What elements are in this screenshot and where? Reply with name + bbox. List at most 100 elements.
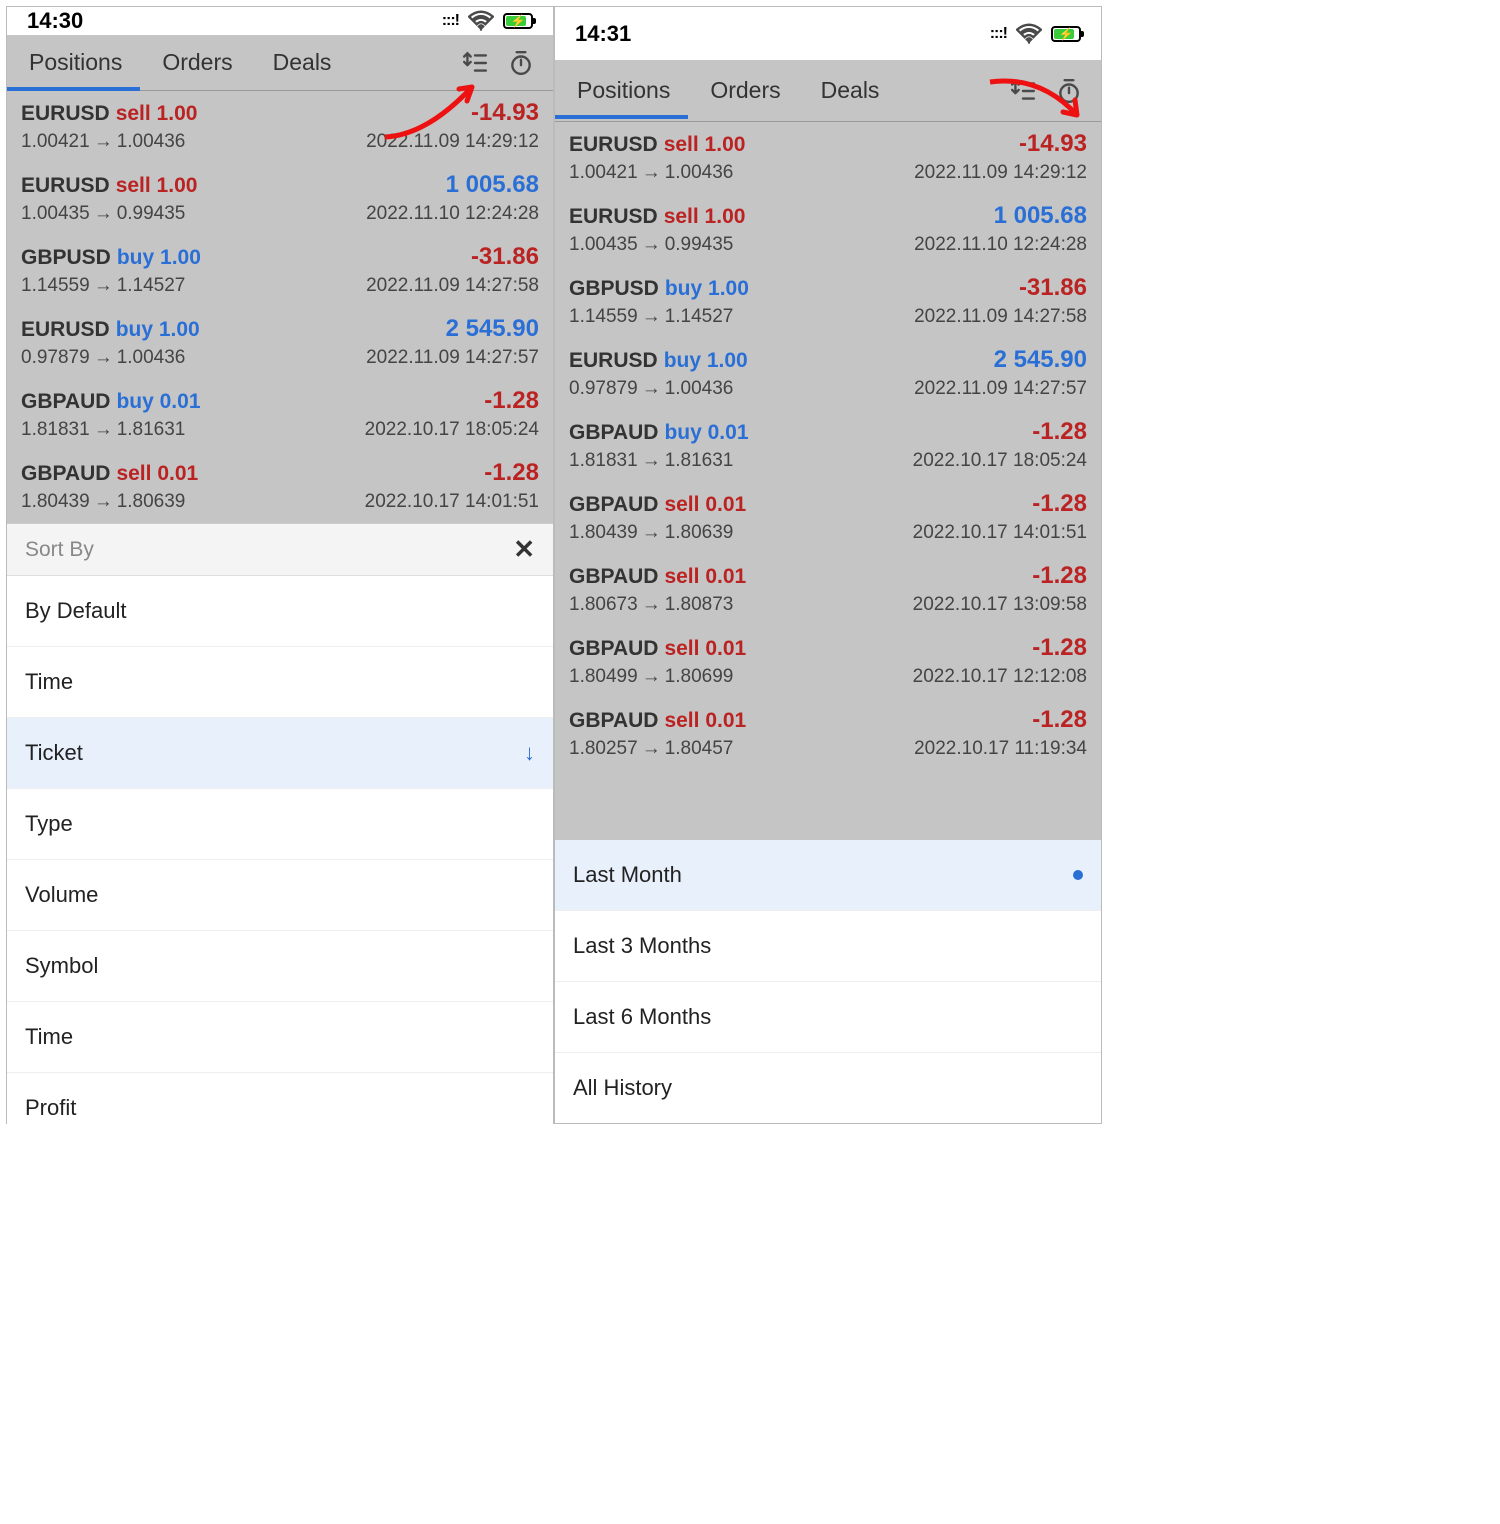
position-side: sell 1.00: [664, 133, 746, 156]
tab-orders[interactable]: Orders: [710, 63, 780, 118]
sort-option-label: Profit: [25, 1095, 76, 1121]
position-timestamp: 2022.11.09 14:29:12: [366, 131, 539, 153]
position-symbol: GBPAUD: [569, 421, 658, 444]
position-symbol: GBPUSD: [569, 277, 659, 300]
position-symbol: GBPAUD: [569, 709, 658, 732]
sort-icon[interactable]: [1009, 77, 1037, 105]
position-row[interactable]: GBPAUDbuy 0.01-1.281.81831→1.816312022.1…: [7, 379, 553, 451]
position-symbol: EURUSD: [21, 174, 110, 197]
tab-positions[interactable]: Positions: [577, 63, 670, 118]
sort-option-label: Time: [25, 669, 73, 695]
position-row[interactable]: GBPAUDsell 0.01-1.281.80673→1.808732022.…: [555, 554, 1101, 626]
sort-option[interactable]: Volume: [7, 860, 553, 931]
position-prices: 1.80257→1.80457: [569, 738, 733, 760]
position-side: buy 1.00: [116, 318, 200, 341]
position-row[interactable]: GBPAUDsell 0.01-1.281.80439→1.806392022.…: [7, 451, 553, 523]
position-timestamp: 2022.10.17 18:05:24: [365, 419, 539, 441]
period-option[interactable]: Last Month: [555, 840, 1101, 911]
sort-option[interactable]: Profit: [7, 1073, 553, 1143]
position-symbol: EURUSD: [21, 318, 110, 341]
sort-option-label: Time: [25, 1024, 73, 1050]
period-option[interactable]: Last 6 Months: [555, 982, 1101, 1053]
positions-list[interactable]: EURUSDsell 1.00-14.931.00421→1.004362022…: [7, 91, 553, 523]
position-side: sell 0.01: [664, 493, 746, 516]
sort-option[interactable]: Type: [7, 789, 553, 860]
tab-deals[interactable]: Deals: [273, 35, 332, 90]
position-timestamp: 2022.10.17 11:19:34: [914, 738, 1087, 760]
position-value: 1 005.68: [446, 171, 539, 199]
wifi-icon: [467, 7, 495, 35]
position-row[interactable]: EURUSDsell 1.001 005.681.00435→0.9943520…: [555, 194, 1101, 266]
position-timestamp: 2022.10.17 18:05:24: [913, 450, 1087, 472]
position-side: sell 1.00: [116, 174, 198, 197]
position-prices: 1.80439→1.80639: [21, 491, 185, 513]
positions-list[interactable]: EURUSDsell 1.00-14.931.00421→1.004362022…: [555, 122, 1101, 770]
position-symbol: GBPUSD: [21, 246, 111, 269]
position-value: -1.28: [1032, 562, 1087, 590]
position-timestamp: 2022.10.17 14:01:51: [913, 522, 1087, 544]
status-time: 14:31: [575, 21, 631, 47]
position-side: sell 0.01: [116, 462, 198, 485]
position-value: 2 545.90: [994, 346, 1087, 374]
wifi-icon: [1015, 20, 1043, 48]
position-row[interactable]: GBPAUD sell 0.01 -1.28 1.80257→1.80457 2022.…: [555, 698, 1101, 770]
period-option-label: Last Month: [573, 862, 682, 888]
sort-option-label: By Default: [25, 598, 127, 624]
position-value: -31.86: [1019, 274, 1087, 302]
position-row[interactable]: EURUSDsell 1.001 005.681.00435→0.9943520…: [7, 163, 553, 235]
position-value: -1.28: [1032, 418, 1087, 446]
position-symbol: GBPAUD: [21, 390, 110, 413]
battery-icon: ⚡: [1051, 26, 1081, 42]
position-row[interactable]: GBPAUDsell 0.01-1.281.80499→1.806992022.…: [555, 626, 1101, 698]
sort-option[interactable]: Time: [7, 647, 553, 718]
period-icon[interactable]: [1055, 77, 1083, 105]
position-row[interactable]: EURUSDsell 1.00-14.931.00421→1.004362022…: [7, 91, 553, 163]
position-value: -14.93: [1019, 130, 1087, 158]
sort-option[interactable]: Symbol: [7, 931, 553, 1002]
position-timestamp: 2022.11.09 14:27:58: [366, 275, 539, 297]
position-value: -1.28: [1032, 490, 1087, 518]
period-option[interactable]: Last 3 Months: [555, 911, 1101, 982]
position-row[interactable]: EURUSDbuy 1.002 545.900.97879→1.00436202…: [7, 307, 553, 379]
position-row[interactable]: EURUSDbuy 1.002 545.900.97879→1.00436202…: [555, 338, 1101, 410]
sort-option-label: Type: [25, 811, 73, 837]
position-side: sell 0.01: [664, 709, 746, 732]
position-value: 2 545.90: [446, 315, 539, 343]
position-row[interactable]: GBPUSDbuy 1.00-31.861.14559→1.145272022.…: [7, 235, 553, 307]
sort-option-label: Ticket: [25, 740, 83, 766]
position-symbol: EURUSD: [569, 205, 658, 228]
position-timestamp: 2022.11.09 14:27:57: [914, 378, 1087, 400]
position-symbol: GBPAUD: [569, 637, 658, 660]
period-icon[interactable]: [507, 49, 535, 77]
sort-icon[interactable]: [461, 49, 489, 77]
sort-option[interactable]: Ticket ↓: [7, 718, 553, 789]
arrow-down-icon: ↓: [524, 740, 535, 766]
position-prices: 0.97879→1.00436: [569, 378, 733, 400]
position-row[interactable]: EURUSDsell 1.00-14.931.00421→1.004362022…: [555, 122, 1101, 194]
sort-option[interactable]: By Default: [7, 576, 553, 647]
close-icon[interactable]: ✕: [513, 534, 535, 565]
position-value: -1.28: [484, 459, 539, 487]
position-row[interactable]: GBPUSDbuy 1.00-31.861.14559→1.145272022.…: [555, 266, 1101, 338]
position-prices: 1.14559→1.14527: [21, 275, 185, 297]
period-option[interactable]: All History: [555, 1053, 1101, 1123]
position-side: buy 1.00: [117, 246, 201, 269]
signal-icon: :::!: [442, 12, 459, 30]
position-row[interactable]: GBPAUDsell 0.01-1.281.80439→1.806392022.…: [555, 482, 1101, 554]
sort-option[interactable]: Time: [7, 1002, 553, 1073]
position-prices: 1.00435→0.99435: [21, 203, 185, 225]
position-row[interactable]: GBPAUDbuy 0.01-1.281.81831→1.816312022.1…: [555, 410, 1101, 482]
position-value: -1.28: [1032, 706, 1087, 734]
tab-deals[interactable]: Deals: [821, 63, 880, 118]
position-side: buy 1.00: [664, 349, 748, 372]
position-value: -1.28: [484, 387, 539, 415]
position-side: sell 1.00: [116, 102, 198, 125]
battery-icon: ⚡: [503, 13, 533, 29]
tab-bar: Positions Orders Deals: [7, 35, 553, 91]
position-side: buy 0.01: [116, 390, 200, 413]
tab-positions[interactable]: Positions: [29, 35, 122, 90]
tab-orders[interactable]: Orders: [162, 35, 232, 90]
position-timestamp: 2022.11.09 14:27:57: [366, 347, 539, 369]
position-side: sell 0.01: [664, 637, 746, 660]
period-option-label: Last 6 Months: [573, 1004, 711, 1030]
